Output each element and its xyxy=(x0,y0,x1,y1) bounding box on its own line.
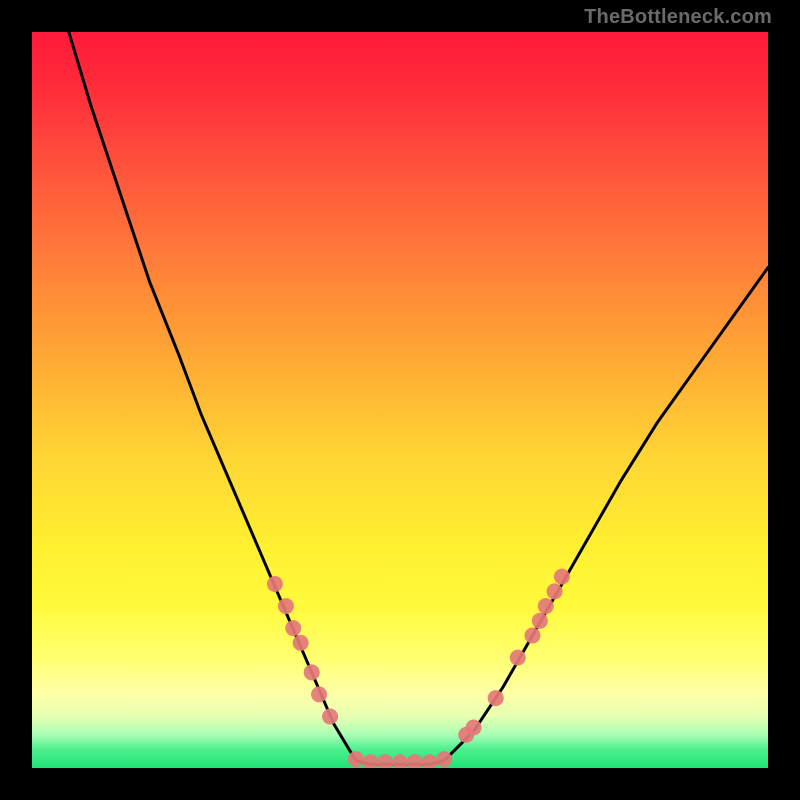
scatter-point xyxy=(436,751,452,767)
scatter-point xyxy=(322,708,338,724)
scatter-point xyxy=(363,754,379,768)
scatter-point xyxy=(348,751,364,767)
scatter-point xyxy=(538,598,554,614)
scatter-point xyxy=(392,754,408,768)
scatter-point xyxy=(377,754,393,768)
curve-group xyxy=(69,32,768,764)
scatter-point xyxy=(510,650,526,666)
scatter-point xyxy=(488,690,504,706)
scatter-point xyxy=(547,583,563,599)
curve-left-branch xyxy=(69,32,356,761)
watermark-text: TheBottleneck.com xyxy=(584,6,772,29)
scatter-point xyxy=(304,664,320,680)
scatter-point xyxy=(278,598,294,614)
scatter-point xyxy=(311,686,327,702)
scatter-point xyxy=(293,635,309,651)
chart-svg xyxy=(32,32,768,768)
plot-area xyxy=(32,32,768,768)
scatter-point xyxy=(421,754,437,768)
scatter-point xyxy=(532,613,548,629)
curve-right-branch xyxy=(444,268,768,761)
scatter-point xyxy=(524,628,540,644)
scatter-point xyxy=(407,754,423,768)
scatter-point xyxy=(267,576,283,592)
scatter-point xyxy=(285,620,301,636)
scatter-group xyxy=(267,569,570,768)
scatter-point xyxy=(554,569,570,585)
chart-frame: TheBottleneck.com xyxy=(0,0,800,800)
scatter-point xyxy=(466,720,482,736)
